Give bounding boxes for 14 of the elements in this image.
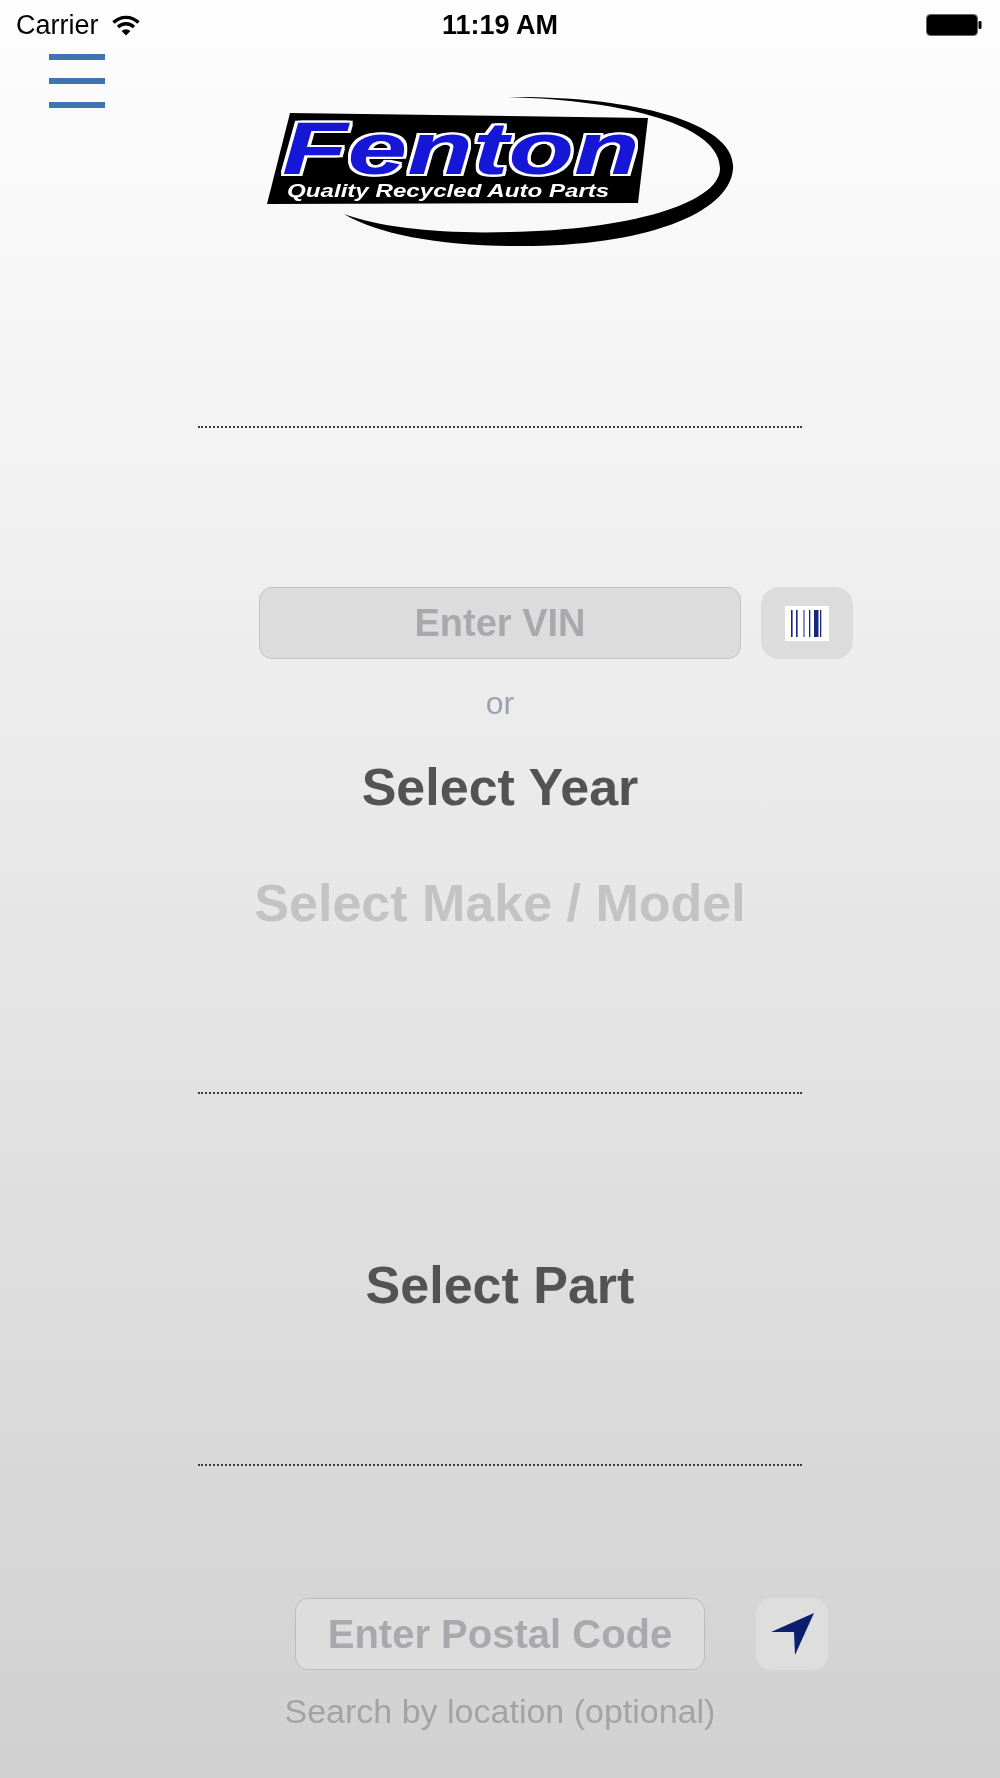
part-selector[interactable]: Select Part (365, 1255, 635, 1315)
menu-icon[interactable] (49, 54, 105, 108)
location-button[interactable] (756, 1598, 828, 1670)
status-time: 11:19 AM (441, 9, 559, 41)
barcode-scan-button[interactable] (761, 587, 853, 659)
separator-text: or (485, 685, 515, 721)
battery-icon (926, 14, 982, 36)
barcode-icon (785, 605, 829, 641)
carrier-name: Carrier (16, 9, 99, 41)
location-arrow-icon (770, 1613, 814, 1655)
logo-tagline: Quality Recycled Auto Parts (287, 180, 610, 202)
year-selector[interactable]: Select Year (361, 757, 639, 817)
logo-wordmark: Fenton (282, 121, 640, 177)
wifi-icon (110, 14, 141, 36)
